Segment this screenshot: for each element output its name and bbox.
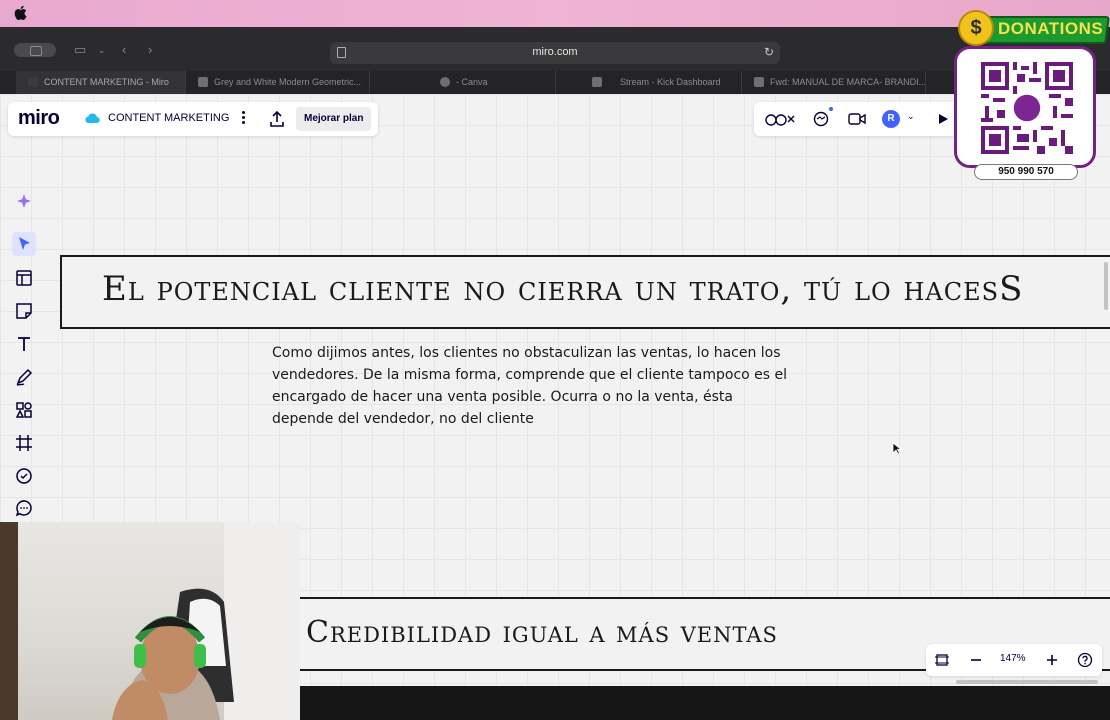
- tab-kick[interactable]: Stream - Kick Dashboard: [556, 71, 742, 94]
- templates-icon[interactable]: [12, 266, 36, 290]
- yape-qr-code-image: [981, 62, 1073, 154]
- collaboration-toolbar: R ⌄: [754, 102, 969, 136]
- url-text: miro.com: [532, 46, 578, 58]
- present-icon[interactable]: [934, 111, 952, 127]
- body-text[interactable]: Como dijimos antes, los clientes no obst…: [272, 342, 792, 430]
- macos-menu-bar: [0, 0, 1110, 27]
- board-title[interactable]: CONTENT MARKETING: [108, 112, 229, 124]
- tab-canva-design[interactable]: Grey and White Modern Geometric...: [186, 71, 370, 94]
- reload-icon[interactable]: ↻: [764, 45, 774, 59]
- apps-icon[interactable]: [12, 464, 36, 488]
- qr-card: [954, 46, 1096, 168]
- heading-box-1[interactable]: El potencial cliente no cierra un trato,…: [60, 255, 1110, 329]
- heading-2-text: Credibilidad igual a más ventas: [306, 615, 778, 650]
- chevron-down-icon[interactable]: ⌄: [907, 111, 915, 122]
- webcam-overlay: [0, 522, 300, 720]
- dollar-coin-icon: $: [958, 10, 994, 46]
- pen-tool-icon[interactable]: [12, 365, 36, 389]
- share-icon[interactable]: [268, 110, 286, 128]
- tab-miro[interactable]: CONTENT MARKETING - Miro: [16, 71, 186, 94]
- horizontal-scrollbar[interactable]: [956, 680, 1098, 684]
- text-tool-icon[interactable]: [12, 332, 36, 356]
- video-call-icon[interactable]: [848, 111, 866, 127]
- avatar[interactable]: R: [882, 110, 900, 128]
- tab-group-toggle[interactable]: [14, 43, 56, 57]
- webcam-video-image: [0, 522, 300, 720]
- reactions-icon[interactable]: [764, 111, 798, 127]
- miro-logo[interactable]: miro: [18, 107, 60, 130]
- sidebar-icon[interactable]: ▭: [74, 43, 86, 56]
- phone-number: 950 990 570: [974, 164, 1078, 180]
- upgrade-plan-button[interactable]: Mejorar plan: [296, 107, 372, 131]
- tab-label: CONTENT MARKETING - Miro: [44, 77, 169, 87]
- donations-overlay: DONATIONS $ 950 990 570: [954, 10, 1110, 182]
- heading-1-text: El potencial cliente no cierra un trato,…: [102, 269, 1024, 309]
- help-icon[interactable]: [1077, 652, 1093, 668]
- tab-label: Fwd: MANUAL DE MARCA- BRANDI...: [770, 77, 926, 87]
- miro-favicon-icon: [28, 77, 38, 87]
- cloud-icon: [85, 113, 100, 124]
- address-bar[interactable]: miro.com ↻: [330, 42, 780, 64]
- comment-icon[interactable]: [12, 497, 36, 521]
- zoom-in-icon[interactable]: [1044, 652, 1060, 668]
- tab-label: Grey and White Modern Geometric...: [214, 77, 362, 87]
- board-header: miro CONTENT MARKETING Mejorar plan: [8, 102, 378, 136]
- zoom-controls: 147%: [926, 644, 1102, 676]
- sticky-note-icon[interactable]: [12, 299, 36, 323]
- tab-canva[interactable]: - Canva: [370, 71, 556, 94]
- frame-tool-icon[interactable]: [12, 431, 36, 455]
- tab-label: Stream - Kick Dashboard: [620, 77, 721, 87]
- tab-bar: CONTENT MARKETING - Miro Grey and White …: [0, 71, 1110, 94]
- ai-sparkle-icon[interactable]: [12, 190, 36, 214]
- canva-favicon-icon: [198, 77, 208, 87]
- gmail-favicon-icon: [754, 77, 764, 87]
- board-menu-icon[interactable]: [234, 109, 252, 129]
- chevron-down-icon[interactable]: ⌄: [98, 44, 106, 56]
- left-toolbar: [8, 186, 40, 526]
- fit-to-screen-icon[interactable]: [934, 652, 950, 668]
- zoom-level[interactable]: 147%: [1000, 653, 1026, 664]
- select-tool-icon[interactable]: [12, 232, 36, 256]
- donations-label: DONATIONS: [998, 19, 1104, 38]
- canva-favicon-icon: [440, 77, 450, 87]
- notification-dot: [829, 107, 833, 111]
- apple-icon[interactable]: [14, 5, 27, 21]
- back-icon[interactable]: ‹: [122, 43, 126, 56]
- zoom-out-icon[interactable]: [968, 652, 984, 668]
- forward-icon[interactable]: ›: [148, 43, 152, 56]
- browser-toolbar: ▭ ⌄ ‹ › miro.com ↻: [0, 27, 1110, 71]
- kick-favicon-icon: [592, 77, 602, 87]
- shapes-icon[interactable]: [12, 398, 36, 422]
- vertical-scrollbar[interactable]: [1104, 262, 1108, 310]
- tab-gmail[interactable]: Fwd: MANUAL DE MARCA- BRANDI...: [742, 71, 926, 94]
- chat-icon[interactable]: [812, 111, 830, 127]
- mouse-cursor-icon: [892, 442, 902, 455]
